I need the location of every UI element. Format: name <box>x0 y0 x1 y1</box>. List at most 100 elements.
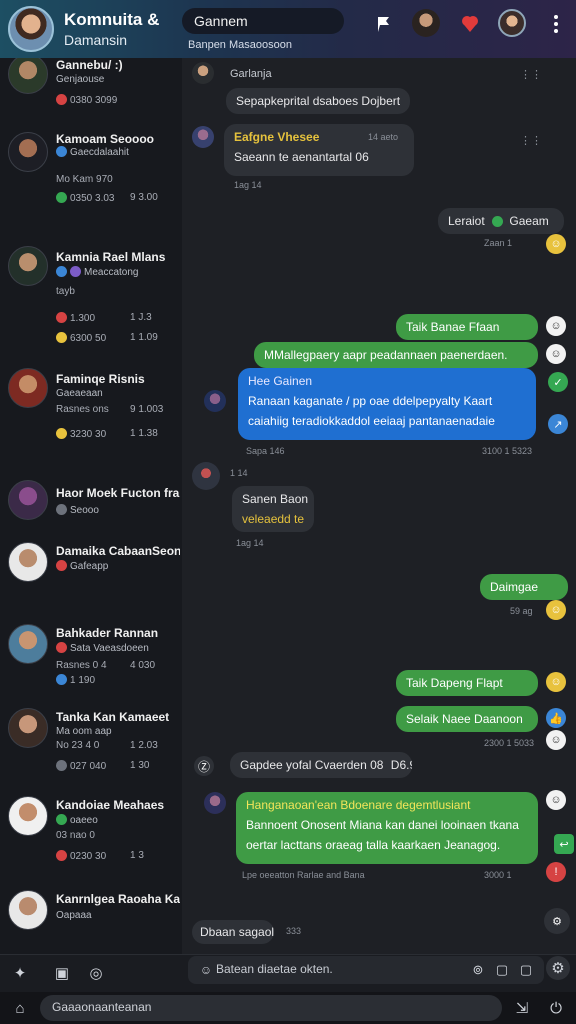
chat-name: Kanrnlgea Raoaha Ka <box>56 892 180 906</box>
avatar <box>8 132 48 172</box>
message-time: 3000 1 <box>484 870 512 880</box>
chat-name: Kamoam Seoooo <box>56 132 155 146</box>
file-icon[interactable]: ▢ <box>514 958 538 982</box>
emoji-icon[interactable]: ☺ <box>546 234 566 254</box>
emoji-icon[interactable]: ☺ <box>546 600 566 620</box>
chat-preview: Oapaaa <box>56 910 92 921</box>
emoji-icon[interactable]: ☺ <box>194 958 218 982</box>
chat-item[interactable]: Tanka Kan Kamaeet Ma oom aap No 23 4 0 1… <box>0 706 182 806</box>
chat-meta: 1 1.09 <box>130 332 158 343</box>
settings-icon[interactable]: ⚙ <box>544 908 570 934</box>
message-text: Sanen Baon <box>242 492 309 506</box>
chat-preview: Sata Vaeasdoeen <box>70 643 149 654</box>
avatar <box>8 246 48 286</box>
reply-icon[interactable]: ↩ <box>554 834 574 854</box>
sticker-icon[interactable]: ✦ <box>8 961 32 985</box>
message-text: Gapdee yofal Cvaerden 08 <box>240 758 384 772</box>
chat-meta: 1 190 <box>70 675 96 686</box>
avatar <box>8 796 48 836</box>
gallery-icon[interactable]: ▣ <box>50 961 74 985</box>
message-text: Gaeam <box>509 214 549 228</box>
emoji-icon[interactable]: ☺ <box>546 344 566 364</box>
message-bubble[interactable]: Selaik Naee Daanoon <box>396 706 538 732</box>
chat-item[interactable]: Kamoam Seoooo Gaecdalaahit Mo Kam 970 03… <box>0 128 182 228</box>
app-root: Komnuita & Damansin Gannem Banpen Masaoo… <box>0 0 576 1024</box>
message-bubble[interactable]: Gapdee yofal Cvaerden 08 D6.9 <box>230 752 412 778</box>
emoji-icon[interactable]: ☺ <box>546 730 566 750</box>
chat-name: Gannebu/ :) <box>56 58 123 72</box>
message-bubble[interactable]: Hee Gainen Ranaan kaganate / pp oae ddel… <box>238 368 536 440</box>
heart-icon[interactable] <box>456 10 484 38</box>
chat-meta: 1 1.38 <box>130 428 158 439</box>
alert-icon[interactable]: ! <box>546 862 566 882</box>
chat-preview: Genjaouse <box>56 74 105 85</box>
message-bubble[interactable]: Hanganaoan'ean Bdoenare degemtlusiant Ba… <box>236 792 538 864</box>
chat-preview: Seooo <box>70 505 99 516</box>
flag-icon[interactable] <box>370 10 398 38</box>
reaction-icon <box>56 94 67 105</box>
emoji-icon[interactable]: ☺ <box>546 316 566 336</box>
message-text: Ranaan kaganate / pp oae ddelpepyalty Ka… <box>248 394 493 408</box>
more-vertical-icon[interactable] <box>542 10 570 38</box>
settings-icon[interactable]: ⚙ <box>546 956 570 980</box>
avatar <box>8 368 48 408</box>
message-time: Sapa 146 <box>246 446 285 456</box>
chat-meta: 03 nao 0 <box>56 830 95 841</box>
message-actions-icon[interactable]: ⋮⋮ <box>520 68 542 81</box>
message-title: Hanganaoan'ean Bdoenare degemtlusiant <box>246 798 471 812</box>
user-avatar[interactable] <box>498 9 526 37</box>
chat-meta: Mo Kam 970 <box>56 174 113 185</box>
status-icon <box>56 814 67 825</box>
message-text: Leraiot <box>448 214 485 228</box>
message-bubble[interactable]: Taik Banae Ffaan <box>396 314 538 340</box>
share-icon[interactable]: ↗ <box>548 414 568 434</box>
message-bubble[interactable]: Sanen Baon veleaedd te <box>232 486 314 532</box>
bottom-search-input[interactable]: Gaaaonaanteanan <box>40 995 502 1021</box>
search-input[interactable]: Gannem <box>182 8 344 34</box>
sender-avatar <box>192 62 214 84</box>
chat-meta: 027 040 <box>70 761 107 772</box>
sender-avatar <box>204 792 226 814</box>
chat-item[interactable]: Kamnia Rael Mlans Meaccatong tayb 1.300 … <box>0 246 182 346</box>
message-bubble[interactable]: Sepapkeprital dsaboes Dojbert <box>226 88 411 114</box>
chat-name: Kandoiae Meahaes <box>56 798 165 812</box>
profile-avatar[interactable] <box>8 6 54 52</box>
emoji-icon[interactable]: ☺ <box>546 790 566 810</box>
check-icon[interactable]: ✓ <box>548 372 568 392</box>
message-bubble[interactable]: Dbaan sagaole <box>192 920 274 944</box>
camera-icon[interactable]: ◎ <box>84 961 108 985</box>
contact-avatar[interactable] <box>412 9 440 37</box>
home-icon[interactable]: ⌂ <box>8 996 32 1020</box>
image-icon[interactable]: ▢ <box>490 958 514 982</box>
power-icon[interactable]: ⏻ <box>544 996 568 1020</box>
message-text: D6.9 <box>390 758 412 772</box>
chat-item[interactable]: Faminqe Risnis Gaeaeaan Rasnes ons 9 1.0… <box>0 364 182 464</box>
like-icon[interactable]: 👍 <box>546 708 566 728</box>
chat-item[interactable]: Bahkader Rannan Sata Vaeasdoeen Rasnes 0… <box>0 620 182 720</box>
avatar <box>8 890 48 930</box>
chat-meta: 9 3.00 <box>130 192 158 203</box>
quote-icon[interactable]: Ⓩ <box>194 756 214 776</box>
chat-meta: 3230 30 <box>70 429 107 440</box>
chat-meta: tayb <box>56 286 75 297</box>
chat-name: Bahkader Rannan <box>56 626 159 640</box>
chat-thread: Garlanja Sepapkeprital dsaboes Dojbert ⋮… <box>182 58 576 954</box>
message-bubble[interactable]: Taik Dapeng Flapt <box>396 670 538 696</box>
attach-icon[interactable]: ⊚ <box>466 958 490 982</box>
message-bubble[interactable]: Daimgae <box>480 574 568 600</box>
message-actions-icon[interactable]: ⋮⋮ <box>520 134 542 147</box>
message-time: 1ag 14 <box>236 538 264 548</box>
chat-meta: 0230 30 <box>70 851 107 862</box>
reaction-icon <box>56 760 67 771</box>
search-hint: Banpen Masaoosoon <box>188 39 292 51</box>
message-bubble[interactable]: MMallegpaery aapr peadannaen paenerdaen. <box>254 342 538 368</box>
emoji-icon[interactable]: ☺ <box>546 672 566 692</box>
message-bubble[interactable]: Leraiot Gaeam <box>438 208 564 234</box>
status-icon <box>56 504 67 515</box>
chat-item[interactable]: Kandoiae Meahaes oaeeo 03 nao 0 0230 30 … <box>0 794 182 894</box>
share-icon[interactable]: ⇲ <box>510 996 534 1020</box>
chat-preview: Gaecdalaahit <box>70 147 129 158</box>
chat-item[interactable]: Kanrnlgea Raoaha Ka Oapaaa <box>0 888 182 954</box>
avatar <box>8 624 48 664</box>
message-time: 14 aeto <box>368 132 399 142</box>
